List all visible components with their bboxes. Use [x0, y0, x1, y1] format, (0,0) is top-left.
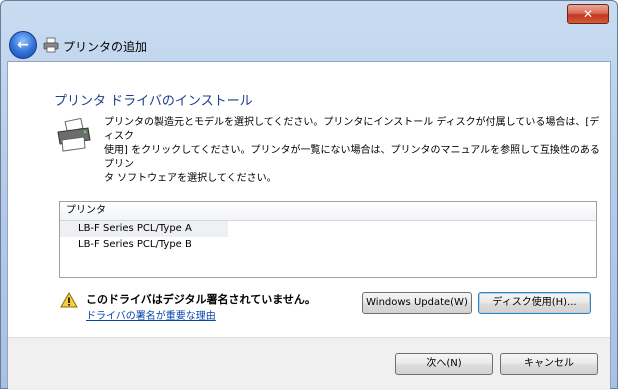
wizard-footer: 次へ(N) キャンセル [8, 337, 610, 390]
back-button[interactable]: ← [9, 31, 37, 59]
unsigned-driver-warning: このドライバはデジタル署名されていません。 [86, 293, 316, 306]
close-button[interactable]: ✕ [567, 4, 609, 24]
add-printer-window: ✕ ← プリンタの追加 プリンタ ドライバのインストール プリンタの製造元とモデ… [0, 0, 618, 390]
cancel-button[interactable]: キャンセル [500, 353, 598, 375]
wizard-content: プリンタ ドライバのインストール プリンタの製造元とモデルを選択してください。プ… [7, 61, 611, 390]
page-title: プリンタの追加 [63, 40, 148, 54]
next-button[interactable]: 次へ(N) [395, 353, 493, 375]
instruction-line: タ ソフトウェアを選択してください。 [104, 173, 277, 184]
printer-list[interactable]: プリンタ LB-F Series PCL/Type A LB-F Series … [59, 201, 597, 278]
navigation-bar: ← プリンタの追加 [7, 29, 611, 61]
driver-signing-link[interactable]: ドライバの署名が重要な理由 [86, 307, 216, 322]
printer-icon [43, 37, 59, 53]
list-column-header[interactable]: プリンタ [60, 202, 596, 221]
close-icon: ✕ [582, 7, 594, 21]
instruction-text: プリンタの製造元とモデルを選択してください。プリンタにインストール ディスクが付… [104, 116, 604, 186]
list-item[interactable]: LB-F Series PCL/Type A [60, 221, 228, 237]
section-heading: プリンタ ドライバのインストール [54, 94, 253, 109]
have-disk-button[interactable]: ディスク使用(H)... [478, 292, 591, 314]
instruction-line: プリンタの製造元とモデルを選択してください。プリンタにインストール ディスクが付… [104, 117, 600, 142]
warning-icon [60, 292, 78, 308]
list-item[interactable]: LB-F Series PCL/Type B [60, 237, 596, 253]
instruction-line: 使用] をクリックしてください。プリンタが一覧にない場合は、プリンタのマニュアル… [104, 145, 600, 170]
windows-update-button[interactable]: Windows Update(W) [362, 292, 472, 314]
printer-icon [57, 118, 91, 152]
back-arrow-icon: ← [17, 37, 29, 53]
title-bar: ✕ [1, 1, 617, 29]
